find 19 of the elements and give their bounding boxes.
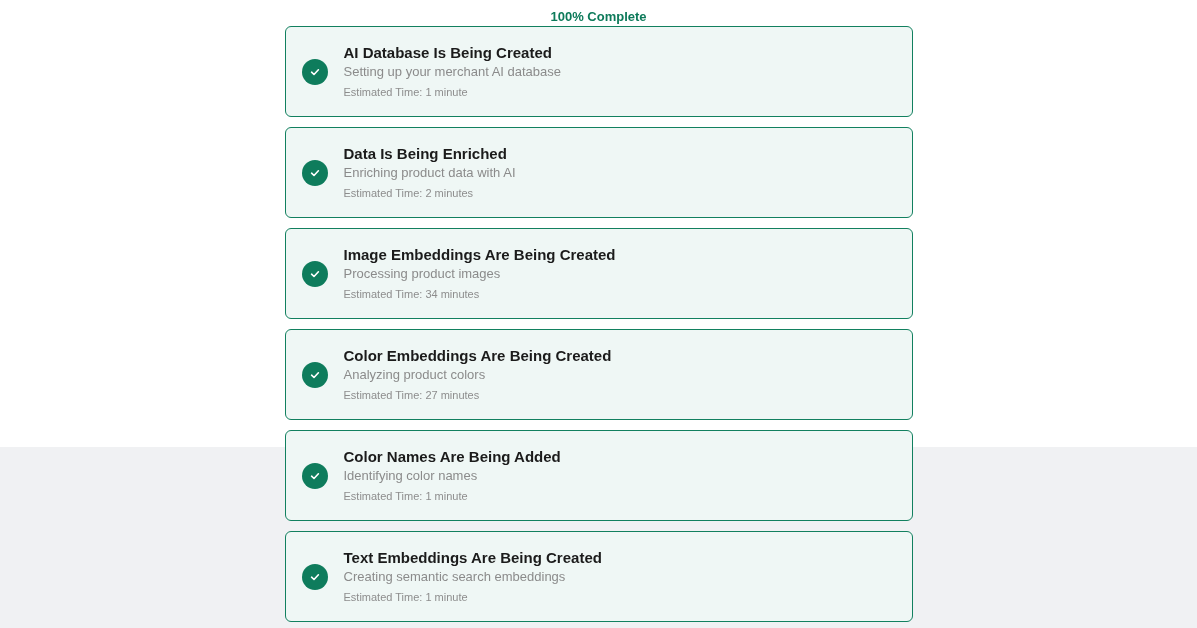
step-description: Creating semantic search embeddings xyxy=(343,568,567,586)
estimated-time: Estimated Time: 2 minutes xyxy=(343,186,475,201)
estimated-time: Estimated Time: 1 minute xyxy=(343,590,469,605)
estimated-time: Estimated Time: 1 minute xyxy=(343,85,469,100)
step-description: Identifying color names xyxy=(343,467,479,485)
step-title: Data Is Being Enriched xyxy=(343,144,508,164)
step-description: Setting up your merchant AI database xyxy=(343,63,562,81)
estimated-time: Estimated Time: 27 minutes xyxy=(343,388,481,403)
step-title: Image Embeddings Are Being Created xyxy=(343,245,616,265)
step-description: Processing product images xyxy=(343,265,502,283)
progress-label: 100% Complete xyxy=(549,9,648,25)
estimated-time: Estimated Time: 1 minute xyxy=(343,489,469,504)
step-title: Color Names Are Being Added xyxy=(343,447,561,467)
step-description: Enriching product data with AI xyxy=(343,164,516,182)
estimated-time: Estimated Time: 34 minutes xyxy=(343,287,481,302)
step-description: Analyzing product colors xyxy=(343,366,487,384)
step-title: AI Database Is Being Created xyxy=(343,43,553,63)
step-title: Color Embeddings Are Being Created xyxy=(343,346,612,366)
step-title: Text Embeddings Are Being Created xyxy=(343,548,602,568)
